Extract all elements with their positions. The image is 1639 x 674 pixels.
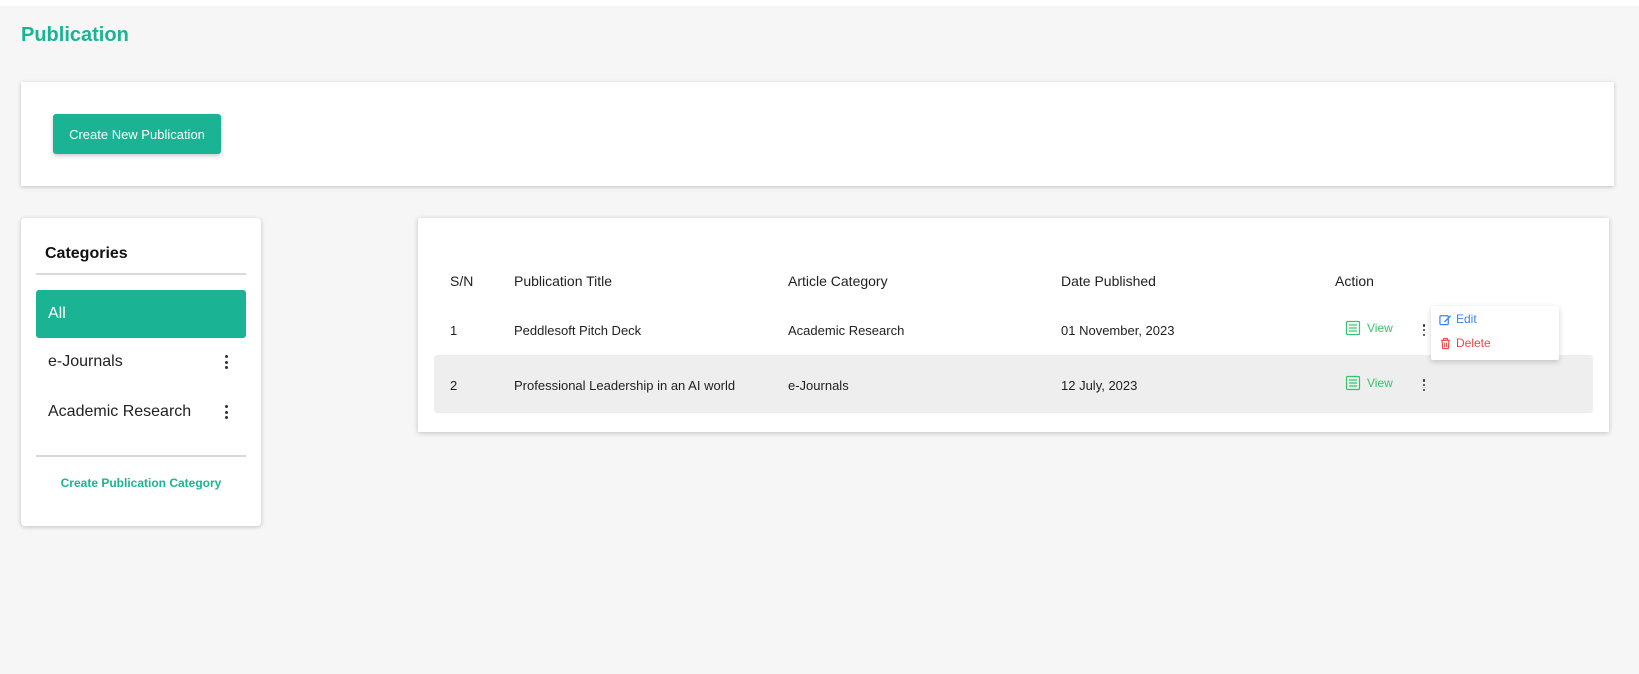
document-list-icon	[1345, 320, 1361, 336]
kebab-menu-icon[interactable]	[220, 405, 232, 419]
edit-menu-item[interactable]: Edit	[1439, 312, 1477, 326]
delete-label: Delete	[1456, 336, 1491, 350]
create-category-link[interactable]: Create Publication Category	[21, 476, 261, 490]
top-strip	[0, 0, 1639, 6]
categories-heading: Categories	[45, 245, 128, 262]
column-header-date: Date Published	[1061, 273, 1156, 289]
cell-date: 01 November, 2023	[1061, 323, 1175, 338]
view-label: View	[1367, 376, 1393, 390]
category-item-e-journals[interactable]: e-Journals	[36, 338, 246, 386]
kebab-menu-icon[interactable]	[1420, 324, 1428, 336]
view-label: View	[1367, 321, 1393, 335]
categories-panel: Categories All e-Journals Academic Resea…	[21, 218, 261, 526]
trash-icon	[1440, 337, 1451, 349]
document-list-icon	[1345, 375, 1361, 391]
category-label: All	[48, 305, 66, 322]
category-item-all[interactable]: All	[36, 290, 246, 338]
cell-title: Peddlesoft Pitch Deck	[514, 323, 642, 338]
cell-date: 12 July, 2023	[1061, 378, 1138, 393]
column-header-category: Article Category	[788, 273, 888, 289]
view-button[interactable]: View	[1345, 320, 1393, 336]
column-header-sn: S/N	[450, 273, 474, 289]
category-item-academic-research[interactable]: Academic Research	[36, 388, 246, 436]
edit-label: Edit	[1456, 312, 1477, 326]
cell-category: e-Journals	[788, 378, 849, 393]
cell-title: Professional Leadership in an AI world	[514, 378, 736, 393]
create-publication-button[interactable]: Create New Publication	[53, 114, 221, 154]
edit-icon	[1439, 314, 1452, 325]
divider	[36, 455, 246, 457]
column-header-title: Publication Title	[514, 273, 613, 289]
cell-sn: 1	[450, 323, 458, 338]
view-button[interactable]: View	[1345, 375, 1393, 391]
action-dropdown-menu: Edit Delete	[1431, 306, 1559, 360]
cell-category: Academic Research	[788, 323, 905, 338]
category-label: Academic Research	[48, 403, 192, 420]
page-title: Publication	[21, 24, 129, 46]
category-label: e-Journals	[48, 353, 123, 370]
column-header-action: Action	[1335, 273, 1374, 289]
kebab-menu-icon[interactable]	[1420, 379, 1428, 391]
divider	[36, 273, 246, 275]
cell-sn: 2	[450, 378, 458, 393]
toolbar-card: Create New Publication	[21, 82, 1614, 186]
delete-menu-item[interactable]: Delete	[1439, 336, 1491, 350]
kebab-menu-icon[interactable]	[220, 355, 232, 369]
